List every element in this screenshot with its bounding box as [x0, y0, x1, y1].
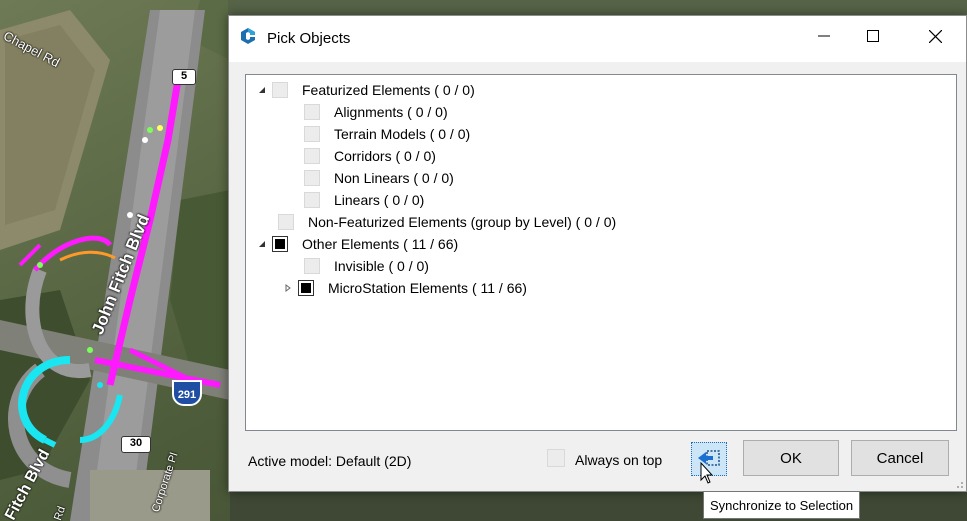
tree-item-label: Corridors ( 0 / 0) — [334, 148, 436, 164]
always-on-top-checkbox[interactable] — [547, 449, 565, 467]
tree-item-linears[interactable]: Linears ( 0 / 0) — [304, 189, 424, 211]
interstate-291-number: 291 — [177, 389, 197, 401]
tree-item-label: Non-Featurized Elements (group by Level)… — [308, 214, 617, 230]
maximize-button[interactable] — [850, 16, 896, 56]
tree-item-corridors[interactable]: Corridors ( 0 / 0) — [304, 145, 436, 167]
tree-item-label: MicroStation Elements ( 11 / 66) — [328, 280, 527, 296]
tree-item-label: Invisible ( 0 / 0) — [334, 258, 429, 274]
route-5-shield: 5 — [172, 69, 196, 85]
synchronize-tooltip: Synchronize to Selection — [703, 491, 861, 519]
expanded-arrow-icon[interactable] — [256, 238, 268, 250]
tree-item-non-featurized-elements[interactable]: Non-Featurized Elements (group by Level)… — [278, 211, 616, 233]
route-5-number: 5 — [180, 70, 188, 82]
tree-item-label: Featurized Elements ( 0 / 0) — [302, 82, 475, 98]
tree-item-other-elements[interactable]: Other Elements ( 11 / 66) — [256, 233, 458, 255]
tree-item-alignments[interactable]: Alignments ( 0 / 0) — [304, 101, 448, 123]
cancel-button[interactable]: Cancel — [851, 440, 949, 476]
checkbox-invisible[interactable] — [304, 258, 320, 274]
tree-item-non-linears[interactable]: Non Linears ( 0 / 0) — [304, 167, 454, 189]
tree-item-invisible[interactable]: Invisible ( 0 / 0) — [304, 255, 429, 277]
checkbox-non-linears[interactable] — [304, 170, 320, 186]
tree-item-label: Terrain Models ( 0 / 0) — [334, 126, 471, 142]
close-button[interactable] — [912, 16, 958, 56]
collapsed-arrow-icon[interactable] — [282, 282, 294, 294]
mouse-cursor-icon — [700, 461, 716, 489]
checkbox-linears[interactable] — [304, 192, 320, 208]
checkbox-corridors[interactable] — [304, 148, 320, 164]
tree-item-featurized-elements[interactable]: Featurized Elements ( 0 / 0) — [256, 79, 475, 101]
dialog-title: Pick Objects — [267, 30, 351, 47]
route-30-number: 30 — [129, 437, 143, 449]
minimize-icon — [818, 30, 830, 42]
tree-item-label: Linears ( 0 / 0) — [334, 192, 425, 208]
checkbox-terrain-models[interactable] — [304, 126, 320, 142]
checkbox-alignments[interactable] — [304, 104, 320, 120]
checkbox-featurized-elements[interactable] — [272, 82, 288, 98]
interstate-291-shield: 291 — [172, 380, 202, 406]
always-on-top-label[interactable]: Always on top — [575, 452, 662, 468]
maximize-icon — [867, 30, 879, 42]
resize-grip-icon[interactable] — [954, 479, 964, 489]
checkbox-non-featurized-elements[interactable] — [278, 214, 294, 230]
route-30-shield: 30 — [121, 436, 151, 453]
element-tree[interactable]: Featurized Elements ( 0 / 0) Alignments … — [245, 74, 957, 431]
tree-item-label: Other Elements ( 11 / 66) — [302, 236, 459, 252]
tree-item-microstation-elements[interactable]: MicroStation Elements ( 11 / 66) — [282, 277, 527, 299]
active-model-label: Active model: Default (2D) — [248, 453, 412, 469]
checkbox-other-elements[interactable] — [272, 236, 288, 252]
tree-item-terrain-models[interactable]: Terrain Models ( 0 / 0) — [304, 123, 470, 145]
tree-item-label: Non Linears ( 0 / 0) — [334, 170, 454, 186]
minimize-button[interactable] — [801, 16, 847, 56]
expanded-arrow-icon[interactable] — [256, 84, 268, 96]
bentley-app-icon — [239, 27, 257, 45]
close-icon — [928, 29, 942, 43]
pick-objects-dialog: Pick Objects Featurized Elements ( 0 / 0… — [228, 15, 967, 492]
checkbox-microstation-elements[interactable] — [298, 280, 314, 296]
tree-item-label: Alignments ( 0 / 0) — [334, 104, 448, 120]
title-bar[interactable]: Pick Objects — [229, 16, 966, 62]
ok-button[interactable]: OK — [743, 440, 839, 476]
